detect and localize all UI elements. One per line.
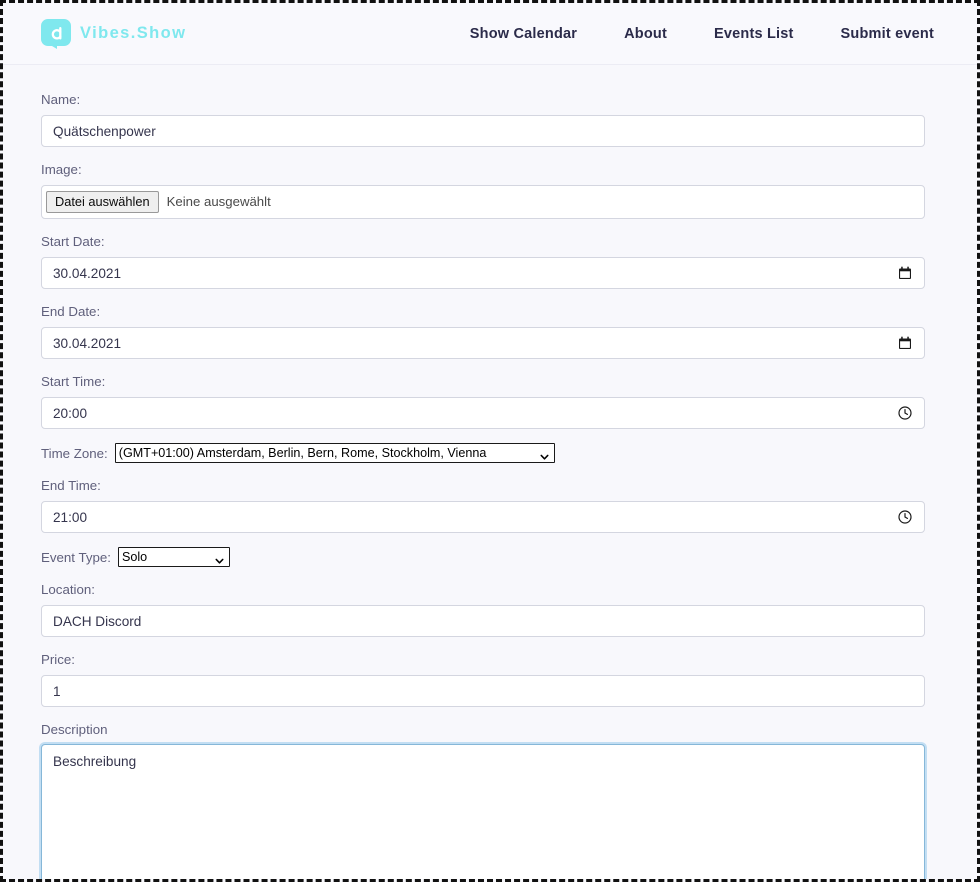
chevron-down-icon [215,553,224,564]
field-location: Location: [41,581,925,637]
end-time-label: End Time: [41,478,101,493]
end-date-label: End Date: [41,304,101,319]
nav-events-list[interactable]: Events List [714,26,794,42]
nav-show-calendar[interactable]: Show Calendar [470,26,577,42]
time-zone-select[interactable]: (GMT+01:00) Amsterdam, Berlin, Bern, Rom… [114,443,555,463]
field-time-zone: Time Zone: (GMT+01:00) Amsterdam, Berlin… [41,443,925,463]
chevron-down-icon [540,449,549,460]
location-label: Location: [41,582,95,597]
event-type-select[interactable]: Solo [117,547,230,567]
field-end-date: End Date: [41,303,925,359]
nav-submit-event[interactable]: Submit event [841,26,934,42]
field-name: Name: [41,91,925,147]
field-price: Price: [41,651,925,707]
end-date-input[interactable] [41,327,925,359]
calendar-icon[interactable] [898,336,912,350]
choose-file-button[interactable]: Datei auswählen [46,191,159,213]
time-zone-selected-value: (GMT+01:00) Amsterdam, Berlin, Bern, Rom… [118,446,487,460]
brand-name: Vibes.Show [80,24,187,42]
field-start-date: Start Date: [41,233,925,289]
start-date-input[interactable] [41,257,925,289]
field-event-type: Event Type: Solo [41,547,925,567]
end-time-control [41,501,925,533]
clock-icon[interactable] [898,406,912,420]
field-start-time: Start Time: [41,373,925,429]
start-time-label: Start Time: [41,374,106,389]
file-status-text: Keine ausgewählt [166,194,271,209]
description-textarea[interactable] [41,744,925,879]
field-description: Description [41,721,925,879]
field-end-time: End Time: [41,477,925,533]
name-input[interactable] [41,115,925,147]
start-time-control [41,397,925,429]
browser-viewport: Vibes.Show Show Calendar About Events Li… [0,0,980,882]
field-image: Image: Datei auswählen Keine ausgewählt [41,161,925,219]
time-zone-label: Time Zone: [41,445,108,461]
speech-bubble-a-icon [41,18,71,49]
start-time-input[interactable] [41,397,925,429]
description-control [41,744,925,879]
image-file-input[interactable]: Datei auswählen Keine ausgewählt [41,185,925,219]
price-label: Price: [41,652,75,667]
end-time-input[interactable] [41,501,925,533]
price-input[interactable] [41,675,925,707]
start-date-label: Start Date: [41,234,105,249]
description-label: Description [41,722,108,737]
name-label: Name: [41,92,81,107]
end-date-control [41,327,925,359]
nav-about[interactable]: About [624,26,667,42]
start-date-control [41,257,925,289]
brand-logo-link[interactable]: Vibes.Show [41,18,187,49]
event-type-selected-value: Solo [121,550,148,564]
location-input[interactable] [41,605,925,637]
site-header: Vibes.Show Show Calendar About Events Li… [3,3,977,65]
submit-event-form: Name: Image: Datei auswählen Keine ausge… [3,65,977,879]
image-label: Image: [41,162,82,177]
clock-icon[interactable] [898,510,912,524]
event-type-label: Event Type: [41,549,111,565]
main-navigation: Show Calendar About Events List Submit e… [470,26,934,42]
calendar-icon[interactable] [898,266,912,280]
